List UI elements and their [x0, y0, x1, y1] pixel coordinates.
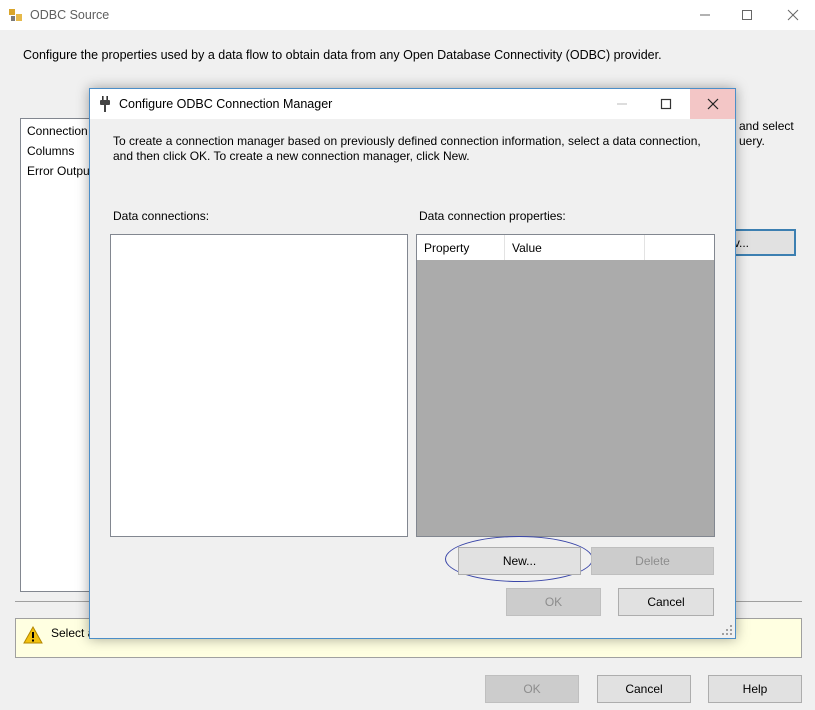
nav-item-columns[interactable]: Columns [27, 144, 74, 158]
dialog-minimize-icon[interactable] [607, 92, 637, 116]
connection-manager-dialog: Configure ODBC Connection Manager To cre… [89, 88, 736, 639]
app-icon [8, 7, 24, 23]
warning-text: Select a [51, 626, 95, 640]
main-help-label: Help [742, 682, 768, 696]
main-cancel-label: Cancel [625, 682, 663, 696]
main-help-button[interactable]: Help [708, 675, 802, 703]
plug-icon [99, 96, 111, 115]
new-button-label: New... [502, 554, 537, 568]
dialog-close-icon[interactable] [690, 89, 735, 119]
column-header-filler [645, 235, 714, 260]
dialog-titlebar: Configure ODBC Connection Manager [90, 89, 735, 119]
dialog-cancel-label: Cancel [647, 595, 685, 609]
column-header-value-label: Value [512, 240, 542, 255]
properties-grid[interactable]: Property Value [416, 234, 715, 537]
column-header-value[interactable]: Value [505, 235, 645, 260]
dialog-maximize-icon[interactable] [651, 92, 681, 116]
resize-grip-icon[interactable] [722, 625, 733, 639]
data-properties-label: Data connection properties: [419, 209, 566, 223]
minimize-icon[interactable] [690, 3, 720, 27]
main-titlebar: ODBC Source [0, 0, 815, 30]
close-icon[interactable] [778, 3, 808, 27]
main-ok-label: OK [523, 682, 541, 696]
main-window-title: ODBC Source [30, 8, 110, 22]
dialog-ok-label: OK [544, 595, 563, 609]
delete-button-label: Delete [635, 554, 670, 568]
main-ok-button[interactable]: OK [485, 675, 579, 703]
main-description: Configure the properties used by a data … [23, 48, 662, 62]
main-cancel-button[interactable]: Cancel [597, 675, 691, 703]
nav-item-error-output[interactable]: Error Outpu [27, 164, 90, 178]
data-connections-list[interactable] [110, 234, 408, 537]
partial-text-line1: and select [739, 119, 794, 133]
column-header-property[interactable]: Property [417, 235, 505, 260]
warning-icon [23, 625, 43, 647]
dialog-ok-button[interactable]: OK [506, 588, 601, 616]
nav-item-connection[interactable]: Connection [27, 124, 88, 138]
data-connections-label: Data connections: [113, 209, 210, 223]
dialog-title: Configure ODBC Connection Manager [119, 97, 333, 111]
delete-button[interactable]: Delete [591, 547, 714, 575]
column-header-property-label: Property [424, 240, 470, 255]
dialog-instructions: To create a connection manager based on … [113, 134, 701, 163]
partial-new-button-label: v... [733, 235, 749, 250]
dialog-cancel-button[interactable]: Cancel [618, 588, 714, 616]
new-button[interactable]: New... [458, 547, 581, 575]
maximize-icon[interactable] [732, 3, 762, 27]
partial-text-line2: uery. [739, 134, 765, 148]
